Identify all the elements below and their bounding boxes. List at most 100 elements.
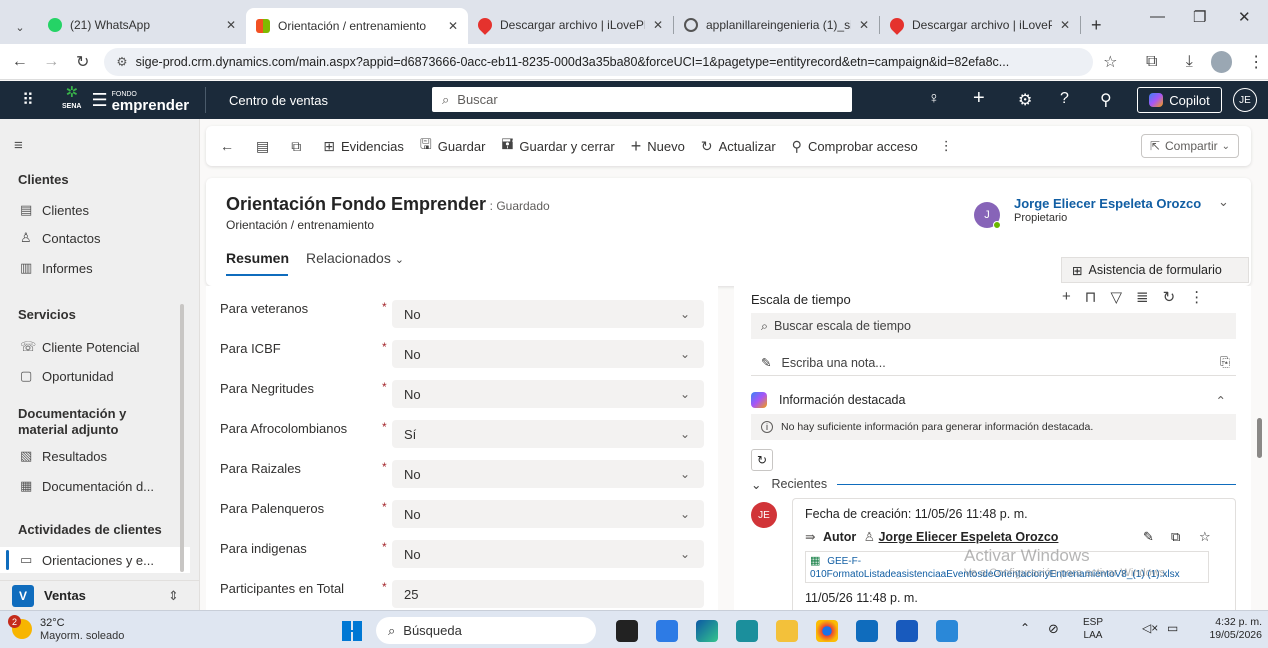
browser-menu-icon[interactable]: ⋮ (1244, 52, 1267, 72)
sidebar-item-oportunidad[interactable]: ▢ Oportunidad (0, 363, 190, 389)
browser-tab-orientacion[interactable]: Orientación / entrenamiento ✕ (246, 8, 468, 44)
close-tab-icon[interactable]: ✕ (440, 19, 458, 33)
sidebar-item-clientes[interactable]: ▤ Clientes (0, 197, 190, 223)
edit-icon[interactable]: ✎ (1143, 529, 1154, 545)
assistant-icon[interactable]: ⚲ (1100, 90, 1112, 110)
check-access-button[interactable]: ⚲ Comprobar acceso (792, 138, 918, 155)
url-field[interactable]: ⚙ sige-prod.crm.dynamics.com/main.aspx?a… (104, 47, 1093, 76)
more-commands-icon[interactable]: ⋮ (940, 138, 953, 154)
teams-icon[interactable] (656, 620, 678, 642)
hamburger-menu-icon[interactable]: ≡ (14, 137, 23, 154)
main-scrollbar[interactable] (1257, 418, 1262, 458)
close-tab-icon[interactable]: ✕ (851, 18, 869, 32)
share-button[interactable]: ⇱ Compartir ⌄ (1141, 134, 1239, 158)
close-tab-icon[interactable]: ✕ (645, 18, 663, 32)
brand-logo[interactable]: ✲ SENA ☰ FONDO emprender (62, 85, 202, 115)
tab-resumen[interactable]: Resumen (226, 250, 289, 266)
browser-tab-ilovepdf-2[interactable]: Descargar archivo | iLovePDF ✕ (880, 8, 1080, 42)
select-para-icbf[interactable]: No ⌄ (392, 340, 704, 368)
volume-icon[interactable]: ◁× (1142, 621, 1158, 635)
chrome-icon[interactable] (816, 620, 838, 642)
timeline-search-input[interactable]: ⌕ Buscar escala de tiempo (751, 313, 1236, 339)
file-explorer-icon[interactable] (776, 620, 798, 642)
select-para-veteranos[interactable]: No ⌄ (392, 300, 704, 328)
close-window-icon[interactable]: ✕ (1238, 8, 1251, 26)
close-tab-icon[interactable]: ✕ (1052, 18, 1070, 32)
header-expand-chevron-icon[interactable]: ⌄ (1218, 194, 1229, 210)
app-launcher-icon[interactable]: ⠿ (22, 90, 34, 110)
note-input[interactable]: ✎ Escriba una nota... ⎘ (751, 350, 1236, 376)
bookmark-icon[interactable]: ⊓ (1085, 288, 1097, 306)
edge-icon[interactable] (696, 620, 718, 642)
area-switcher[interactable]: V Ventas ⇕ (0, 580, 200, 610)
sidebar-item-documentacion[interactable]: ▦ Documentación d... (0, 473, 190, 499)
extensions-icon[interactable]: ⧉ (1140, 53, 1163, 71)
forward-icon[interactable]: → (39, 53, 62, 71)
back-button[interactable]: ← (220, 138, 240, 154)
evidencias-button[interactable]: ⊞ Evidencias (323, 138, 404, 155)
refresh-button[interactable]: ↻ Actualizar (701, 138, 776, 155)
bookmark-star-icon[interactable]: ☆ (1099, 52, 1122, 72)
lightbulb-icon[interactable]: ♀ (928, 90, 940, 108)
sidebar-item-informes[interactable]: ▥ Informes (0, 255, 190, 281)
tab-relacionados[interactable]: Relacionados ⌄ (306, 250, 404, 266)
new-tab-button[interactable]: + (1081, 8, 1112, 42)
show-hidden-icons[interactable]: ⌃ (1020, 621, 1030, 635)
more-icon[interactable]: ⋮ (1189, 288, 1204, 306)
pin-icon[interactable]: ☆ (1199, 529, 1211, 545)
network-off-icon[interactable]: ⊘ (1048, 621, 1059, 637)
taskbar-search[interactable]: ⌕ Búsqueda (376, 617, 596, 644)
start-button[interactable] (342, 621, 362, 641)
refresh-icon[interactable]: ↻ (1163, 288, 1176, 306)
select-para-palenqueros[interactable]: No ⌄ (392, 500, 704, 528)
select-para-negritudes[interactable]: No ⌄ (392, 380, 704, 408)
form-assist-button[interactable]: ⊞ Asistencia de formulario (1061, 257, 1249, 283)
help-icon[interactable]: ? (1060, 90, 1069, 108)
select-para-afrocolombianos[interactable]: Sí ⌄ (392, 420, 704, 448)
back-icon[interactable]: ← (8, 53, 31, 71)
restore-icon[interactable]: ❐ (1193, 8, 1206, 26)
highlights-header[interactable]: Información destacada ⌃ (751, 388, 1236, 412)
add-icon[interactable]: + (1062, 288, 1071, 306)
sidebar-item-resultados[interactable]: ▧ Resultados (0, 443, 190, 469)
open-new-window-button[interactable]: ⧉ (291, 138, 307, 155)
recent-header[interactable]: ⌄ Recientes (751, 475, 1236, 493)
filter-icon[interactable]: ▽ (1110, 288, 1122, 306)
copilot-button[interactable]: Copilot (1137, 87, 1222, 113)
sidebar-scrollbar[interactable] (180, 304, 184, 572)
site-settings-icon[interactable]: ⚙ (116, 54, 127, 69)
user-avatar[interactable]: JE (1233, 88, 1257, 112)
sidebar-item-cliente-potencial[interactable]: ☏ Cliente Potencial (0, 334, 190, 360)
battery-icon[interactable]: ▭ (1167, 621, 1178, 635)
sidebar-item-contactos[interactable]: ♙ Contactos (0, 225, 190, 251)
list-icon[interactable]: ≣ (1136, 288, 1149, 306)
save-close-button[interactable]: 🖬 Guardar y cerrar (501, 134, 614, 158)
download-icon[interactable]: ⤓ (1178, 53, 1201, 71)
photos-icon[interactable] (936, 620, 958, 642)
new-plus-icon[interactable]: + (973, 87, 985, 110)
profile-avatar[interactable] (1210, 50, 1233, 73)
minimize-icon[interactable]: — (1150, 8, 1165, 25)
select-para-raizales[interactable]: No ⌄ (392, 460, 704, 488)
weather-widget[interactable]: 2 32°C Mayorm. soleado (8, 615, 158, 645)
reload-icon[interactable]: ↻ (71, 52, 94, 72)
select-para-indigenas[interactable]: No ⌄ (392, 540, 704, 568)
close-tab-icon[interactable]: ✕ (218, 18, 236, 32)
new-button[interactable]: + Nuevo (631, 136, 685, 157)
settings-gear-icon[interactable]: ⚙ (1018, 90, 1032, 110)
language-indicator[interactable]: ESP LAA (1083, 616, 1103, 642)
app-icon[interactable] (736, 620, 758, 642)
tab-search-chevron-icon[interactable]: ⌄ (8, 21, 32, 34)
clock[interactable]: 4:32 p. m. 19/05/2026 (1196, 616, 1262, 642)
task-view-icon[interactable] (616, 620, 638, 642)
global-search-input[interactable]: ⌕ Buscar (432, 87, 852, 112)
copy-icon[interactable]: ⧉ (1171, 529, 1180, 545)
word-icon[interactable] (896, 620, 918, 642)
store-icon[interactable] (856, 620, 878, 642)
app-name[interactable]: Centro de ventas (229, 93, 328, 108)
regenerate-button[interactable]: ↻ (751, 449, 773, 471)
input-participantes-total[interactable]: 25 (392, 580, 704, 608)
sidebar-item-orientaciones[interactable]: ▭ Orientaciones y e... (0, 547, 190, 573)
browser-tab-applanilla[interactable]: applanillareingenieria (1)_sig ✕ (674, 8, 879, 42)
browser-tab-ilovepdf-1[interactable]: Descargar archivo | iLovePDF ✕ (468, 8, 673, 42)
